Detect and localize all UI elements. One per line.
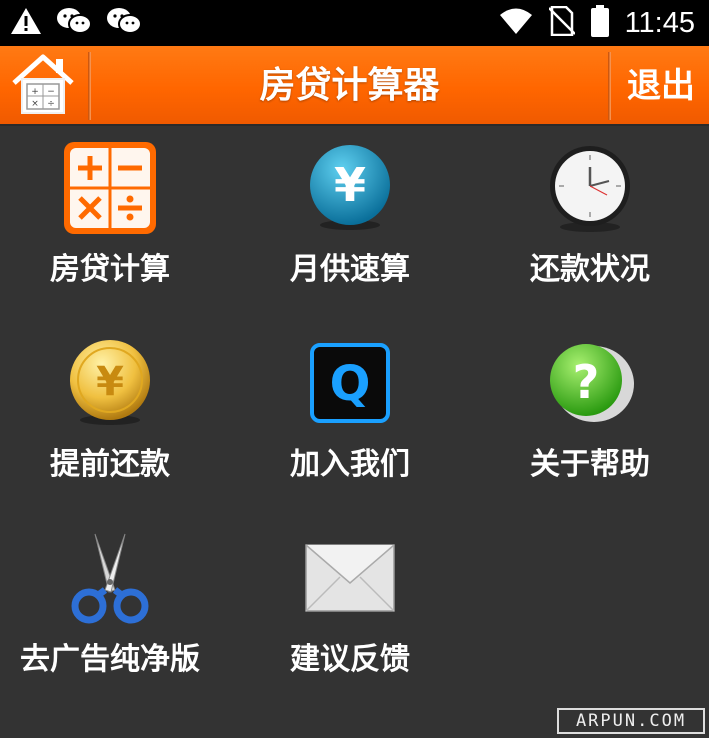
battery-icon xyxy=(590,5,609,41)
home-calculator-icon: + − × ÷ xyxy=(10,51,76,121)
no-sim-icon xyxy=(547,5,576,40)
clock-icon xyxy=(540,138,640,238)
menu-item-label: 关于帮助 xyxy=(530,447,650,482)
menu-item-repayment-status[interactable]: 还款状况 xyxy=(472,128,708,318)
menu-item-join-us[interactable]: Q 加入我们 xyxy=(232,323,468,513)
watermark: ARPUN.COM xyxy=(557,708,705,734)
wechat-icon xyxy=(56,6,92,40)
menu-item-label: 提前还款 xyxy=(50,447,170,482)
svg-text:−: − xyxy=(47,87,55,97)
scissors-icon xyxy=(60,528,160,628)
clock-time: 11:45 xyxy=(624,7,695,39)
calculator-icon xyxy=(60,138,160,238)
q-icon: Q xyxy=(300,333,400,433)
menu-item-label: 还款状况 xyxy=(530,252,650,287)
svg-text:÷: ÷ xyxy=(47,99,55,109)
divider xyxy=(608,52,611,120)
gold-yen-coin-icon: ¥ xyxy=(60,333,160,433)
svg-text:+: + xyxy=(31,87,39,97)
svg-text:?: ? xyxy=(573,355,600,409)
menu-item-label: 房贷计算 xyxy=(50,252,170,287)
menu-item-help[interactable]: ? 关于帮助 xyxy=(472,323,708,513)
svg-text:¥: ¥ xyxy=(334,158,366,212)
help-icon: ? xyxy=(540,333,640,433)
svg-text:×: × xyxy=(31,99,39,109)
menu-item-remove-ads[interactable]: 去广告纯净版 xyxy=(0,518,228,708)
menu-item-mortgage-calc[interactable]: 房贷计算 xyxy=(0,128,228,318)
svg-text:¥: ¥ xyxy=(96,359,124,405)
svg-text:Q: Q xyxy=(330,356,371,412)
menu-item-monthly-payment[interactable]: ¥ 月供速算 xyxy=(232,128,468,318)
menu-item-early-repayment[interactable]: ¥ 提前还款 xyxy=(0,323,228,513)
title-bar: + − × ÷ 房贷计算器 退出 xyxy=(0,46,709,126)
menu-item-label: 加入我们 xyxy=(290,447,410,482)
wifi-icon xyxy=(499,6,533,40)
yen-coin-icon: ¥ xyxy=(300,138,400,238)
page-title: 房贷计算器 xyxy=(259,65,440,106)
wechat-icon xyxy=(106,6,142,40)
home-button[interactable]: + − × ÷ xyxy=(0,46,86,126)
envelope-icon xyxy=(300,528,400,628)
status-bar: 11:45 xyxy=(0,0,709,46)
warning-icon xyxy=(10,6,42,40)
exit-button[interactable]: 退出 xyxy=(613,46,709,126)
menu-item-label: 建议反馈 xyxy=(290,642,410,677)
menu-item-feedback[interactable]: 建议反馈 xyxy=(232,518,468,708)
menu-item-label: 月供速算 xyxy=(290,252,410,287)
menu-item-label: 去广告纯净版 xyxy=(20,642,200,677)
